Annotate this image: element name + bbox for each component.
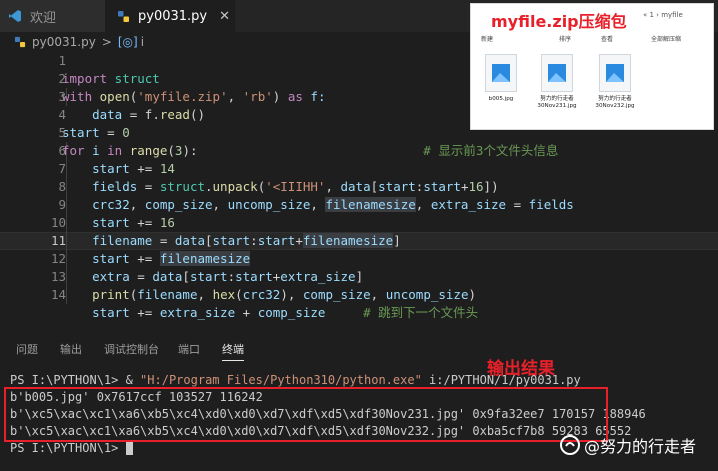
tab-output[interactable]: 输出	[60, 341, 82, 357]
breadcrumb-separator: >	[101, 35, 112, 49]
explorer-file[interactable]: 努力的行走者 30Nov232.jpg	[589, 54, 641, 110]
close-tab-icon[interactable]: ✕	[219, 9, 230, 24]
explorer-file[interactable]: b005.jpg	[475, 54, 527, 103]
explorer-sort-button[interactable]: 排序	[559, 34, 571, 43]
explorer-file-name: 努力的行走者 30Nov232.jpg	[595, 96, 635, 109]
line-number: 4	[58, 107, 66, 122]
python-file-icon	[14, 36, 26, 48]
tab-terminal[interactable]: 终端	[222, 341, 244, 361]
tab-ports[interactable]: 端口	[178, 341, 200, 357]
line-number: 12	[50, 251, 66, 266]
terminal-cursor	[125, 442, 133, 455]
code-line-6: start += 14	[62, 161, 175, 176]
line-number: 6	[58, 143, 66, 158]
code-line-8: crc32, comp_size, uncomp_size, filenames…	[62, 197, 574, 212]
line-number: 13	[50, 269, 66, 284]
explorer-file-name: b005.jpg	[488, 96, 514, 102]
tab-welcome-label: 欢迎	[30, 10, 57, 26]
breadcrumb-file[interactable]: py0031.py	[32, 35, 96, 49]
line-number: 10	[50, 215, 66, 230]
tab-py0031-label: py0031.py	[138, 8, 208, 24]
code-line-2: with open('myfile.zip', 'rb') as f:	[62, 89, 326, 104]
line-number: 9	[58, 197, 66, 212]
explorer-file[interactable]: 努力的行走者 30Nov231.jpg	[531, 54, 583, 110]
line-number: 8	[58, 179, 66, 194]
variable-symbol-icon: [◎]	[117, 35, 138, 49]
line-number: 14	[50, 287, 66, 302]
code-line-10: filename = data[start:start+filenamesize…	[62, 233, 401, 248]
code-line-4: start = 0	[62, 125, 130, 140]
line-number: 3	[58, 89, 66, 104]
explorer-file-name: 努力的行走者 30Nov231.jpg	[537, 96, 577, 109]
explorer-title: myfile.zip压缩包	[491, 12, 627, 31]
explorer-extract-all-button[interactable]: 全部解压缩	[651, 34, 681, 43]
code-line-14: start += extra_size + comp_size # 跳到下一个文…	[62, 305, 479, 320]
line-number: 1	[58, 53, 66, 68]
code-line-7: fields = struct.unpack('<IIIHH', data[st…	[62, 179, 499, 194]
terminal-prompt-line: PS I:\PYTHON\1>	[10, 440, 133, 457]
image-file-icon	[541, 54, 573, 92]
watermark-logo-icon	[560, 435, 580, 455]
code-line-3: data = f.read()	[62, 107, 206, 122]
line-number: 2	[58, 71, 66, 86]
output-highlight-box	[4, 387, 608, 442]
line-number: 5	[58, 125, 66, 140]
line-number: 7	[58, 161, 66, 176]
code-line-5: for i in range(3): # 显示前3个文件头信息	[62, 143, 559, 158]
code-line-12: extra = data[start:start+extra_size]	[62, 269, 364, 284]
tab-py0031[interactable]: py0031.py ✕	[105, 0, 235, 32]
image-file-icon	[599, 54, 631, 92]
tab-problems[interactable]: 问题	[16, 341, 38, 357]
explorer-path: « 1 › myfile	[643, 11, 683, 19]
explorer-toolbar: 新建 排序 查看 全部解压缩	[471, 34, 713, 46]
python-file-icon	[118, 10, 129, 22]
watermark-text: @努力的行走者	[584, 437, 697, 456]
line-number: 11	[50, 233, 66, 248]
code-line-9: start += 16	[62, 215, 175, 230]
image-file-icon	[485, 54, 517, 92]
watermark: @努力的行走者	[560, 433, 696, 457]
explorer-view-button[interactable]: 查看	[601, 34, 613, 43]
tab-welcome[interactable]: 欢迎	[0, 0, 105, 32]
code-line-1: import struct	[62, 71, 160, 86]
code-line-11: start += filenamesize	[62, 251, 251, 266]
panel-tabs: 问题 输出 调试控制台 端口 终端	[0, 335, 718, 361]
tab-debug-console[interactable]: 调试控制台	[104, 341, 159, 357]
explorer-new-button[interactable]: 新建	[481, 34, 493, 43]
breadcrumb-symbol[interactable]: i	[141, 35, 144, 49]
zip-explorer-overlay: myfile.zip压缩包 « 1 › myfile 新建 排序 查看 全部解压…	[470, 3, 714, 130]
vscode-logo-icon	[9, 10, 21, 22]
code-line-13: print(filename, hex(crc32), comp_size, u…	[92, 287, 477, 302]
